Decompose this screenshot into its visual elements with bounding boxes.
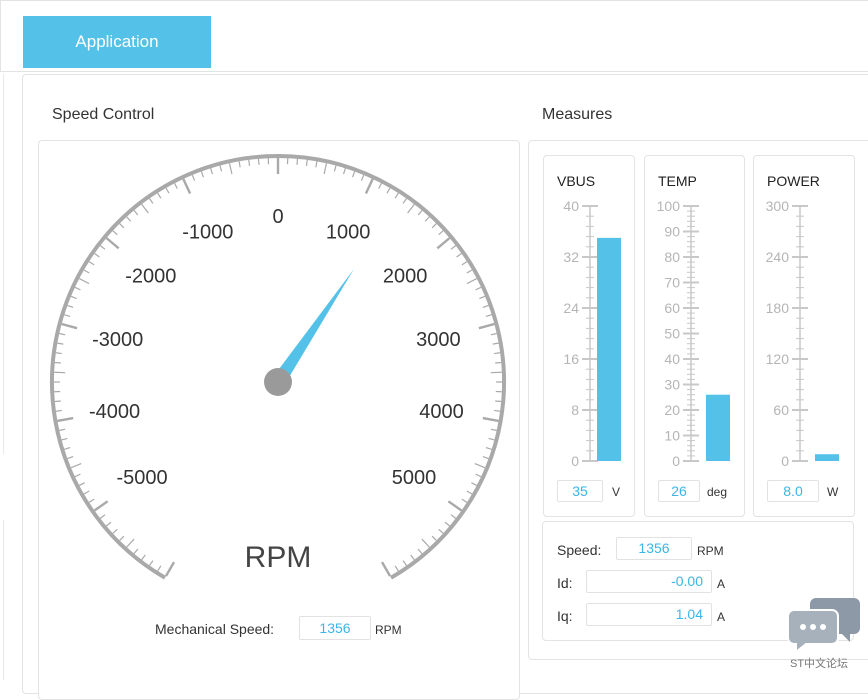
id-value: -0.00 — [586, 570, 712, 593]
mechanical-speed-value: 1356 — [299, 616, 371, 640]
speed-gauge-panel — [38, 140, 520, 700]
watermark-text: ST中文论坛 — [790, 655, 848, 671]
tab-application[interactable]: Application — [23, 16, 211, 68]
temp-unit: deg — [707, 485, 727, 499]
mechanical-speed-label: Mechanical Speed: — [155, 621, 274, 637]
power-title: POWER — [767, 173, 820, 189]
side-edge — [0, 520, 4, 680]
speed-value: 1356 — [616, 537, 692, 560]
power-meter: POWER — [753, 155, 855, 517]
speed-unit: RPM — [697, 544, 724, 558]
speed-control-title: Speed Control — [52, 106, 154, 124]
temp-meter: TEMP — [644, 155, 745, 517]
tab-bar: Application — [0, 0, 868, 72]
iq-unit: A — [717, 610, 725, 624]
measures-title: Measures — [542, 106, 612, 124]
iq-value: 1.04 — [586, 603, 712, 626]
id-label: Id: — [557, 575, 573, 591]
temp-title: TEMP — [658, 173, 697, 189]
speed-label: Speed: — [557, 542, 601, 558]
iq-label: Iq: — [557, 608, 573, 624]
mechanical-speed-unit: RPM — [375, 623, 402, 637]
id-unit: A — [717, 577, 725, 591]
power-unit: W — [827, 485, 838, 499]
vbus-title: VBUS — [557, 173, 595, 189]
side-edge — [0, 74, 4, 454]
chat-bubbles-icon — [788, 594, 860, 650]
vbus-unit: V — [612, 485, 620, 499]
vbus-meter: VBUS — [543, 155, 635, 517]
vbus-value: 35 — [557, 480, 603, 502]
temp-value: 26 — [658, 480, 700, 502]
power-value: 8.0 — [767, 480, 819, 502]
